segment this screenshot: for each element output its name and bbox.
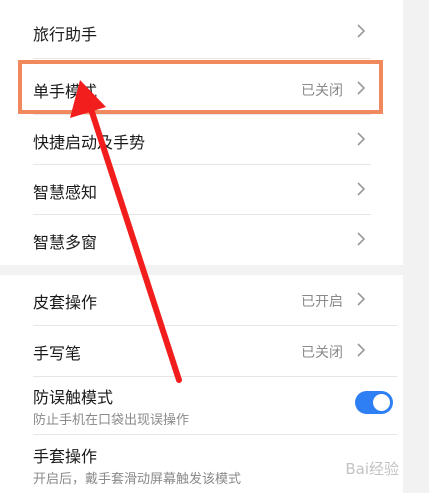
row-quick-launch-gestures[interactable]: 快捷启动及手势 bbox=[0, 114, 403, 164]
chevron-right-icon bbox=[357, 292, 366, 306]
chevron-right-icon bbox=[357, 182, 366, 196]
chevron-right-icon bbox=[357, 232, 366, 246]
settings-card-top: 旅行助手 单手模式 已关闭 快捷启动及手势 智慧感知 智慧多窗 bbox=[0, 0, 403, 265]
chevron-right-icon bbox=[357, 24, 366, 38]
divider bbox=[33, 58, 371, 59]
settings-page: 旅行助手 单手模式 已关闭 快捷启动及手势 智慧感知 智慧多窗 皮套操作 已开启… bbox=[0, 0, 429, 493]
row-value: 已关闭 bbox=[301, 345, 343, 361]
row-label: 防误触模式 bbox=[33, 388, 114, 407]
row-value: 已开启 bbox=[301, 294, 343, 310]
row-stylus[interactable]: 手写笔 已关闭 bbox=[0, 325, 403, 375]
row-label: 旅行助手 bbox=[33, 25, 98, 44]
watermark: Bai经验 bbox=[345, 460, 399, 478]
anti-mistouch-toggle[interactable] bbox=[355, 391, 393, 414]
row-label: 智慧感知 bbox=[33, 183, 98, 202]
row-description: 开启后，戴手套滑动屏幕触发该模式 bbox=[33, 472, 242, 487]
chevron-right-icon bbox=[357, 343, 366, 357]
row-case-operation[interactable]: 皮套操作 已开启 bbox=[0, 275, 403, 325]
row-label: 手套操作 bbox=[33, 447, 98, 466]
row-smart-multiwindow[interactable]: 智慧多窗 bbox=[0, 214, 403, 264]
row-label: 皮套操作 bbox=[33, 293, 98, 312]
row-smart-sense[interactable]: 智慧感知 bbox=[0, 164, 403, 214]
row-glove-mode[interactable]: 手套操作 开启后，戴手套滑动屏幕触发该模式 bbox=[0, 434, 403, 493]
row-description: 防止手机在口袋出现误操作 bbox=[33, 413, 190, 428]
row-one-hand-mode[interactable]: 单手模式 已关闭 bbox=[0, 63, 403, 113]
toggle-knob bbox=[373, 394, 390, 411]
row-anti-mistouch[interactable]: 防误触模式 防止手机在口袋出现误操作 bbox=[0, 376, 403, 434]
row-label: 智慧多窗 bbox=[33, 233, 98, 252]
row-value: 已关闭 bbox=[301, 83, 343, 99]
row-label: 单手模式 bbox=[33, 82, 98, 101]
chevron-right-icon bbox=[357, 132, 366, 146]
row-travel-assistant[interactable]: 旅行助手 bbox=[0, 6, 403, 56]
row-label: 快捷启动及手势 bbox=[33, 133, 146, 152]
row-label: 手写笔 bbox=[33, 344, 82, 363]
chevron-right-icon bbox=[357, 81, 366, 95]
